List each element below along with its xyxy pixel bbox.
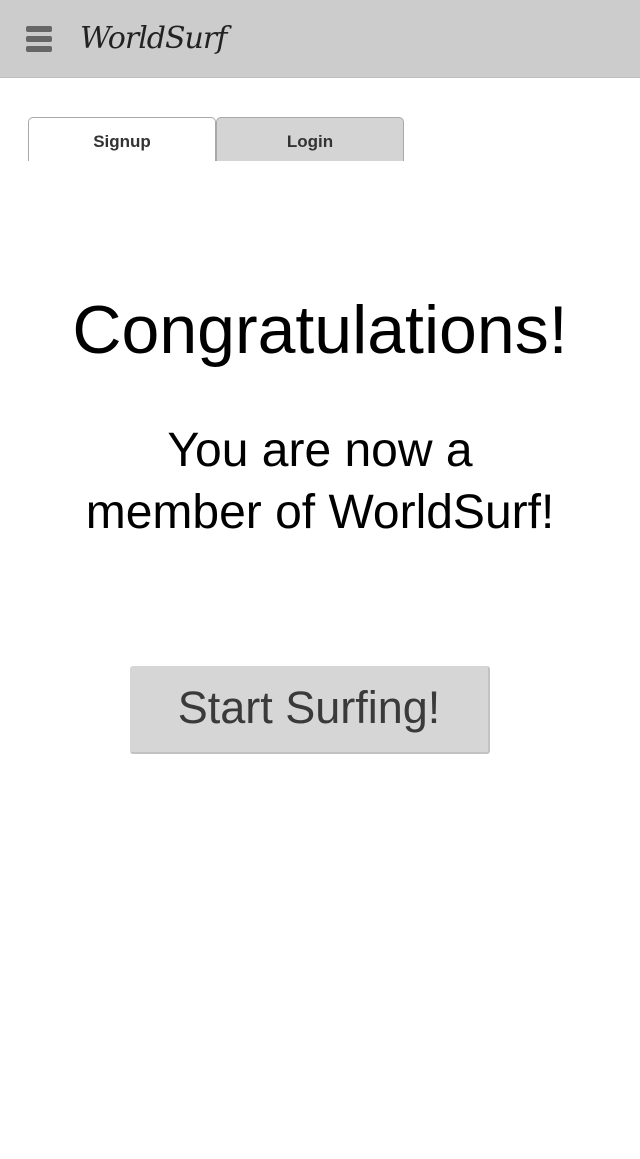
membership-message: You are now a member of WorldSurf!	[40, 420, 600, 544]
tab-login[interactable]: Login	[216, 117, 404, 161]
membership-message-line-1: You are now a	[167, 424, 473, 477]
membership-message-line-2: member of WorldSurf!	[85, 486, 555, 539]
brand-logo: WorldSurf	[80, 21, 227, 56]
congratulations-heading: Congratulations!	[72, 292, 568, 368]
hamburger-menu-icon[interactable]	[26, 26, 52, 52]
start-surfing-button[interactable]: Start Surfing!	[130, 666, 490, 754]
tab-signup[interactable]: Signup	[28, 117, 216, 161]
top-app-bar: WorldSurf	[0, 0, 640, 78]
